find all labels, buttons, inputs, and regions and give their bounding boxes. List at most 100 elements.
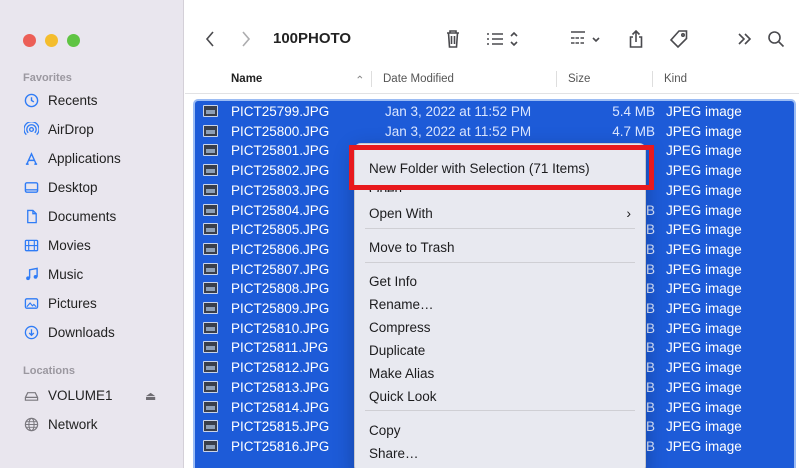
menu-item-move-to-trash[interactable]: Move to Trash — [369, 240, 455, 255]
submenu-arrow-icon: › — [626, 205, 631, 221]
more-toolbar-button[interactable] — [735, 26, 755, 52]
menu-item-compress[interactable]: Compress — [369, 320, 431, 335]
sidebar-item-applications[interactable]: Applications — [23, 146, 121, 170]
double-chevron-right-icon — [738, 33, 752, 45]
column-divider — [652, 71, 653, 87]
file-kind: JPEG image — [666, 301, 742, 316]
file-name: PICT25806.JPG — [231, 241, 330, 257]
menu-item-open-with[interactable]: Open With — [369, 206, 433, 221]
file-size: 4.7 MB — [612, 123, 655, 139]
sidebar-item-label: Recents — [48, 92, 98, 108]
jpeg-thumbnail-icon — [203, 420, 218, 433]
jpeg-thumbnail-icon — [203, 341, 218, 354]
file-name: PICT25811.JPG — [231, 340, 329, 356]
table-row[interactable]: PICT25800.JPG Jan 3, 2022 at 11:52 PM 4.7 … — [195, 122, 794, 141]
file-kind: JPEG image — [666, 261, 742, 277]
menu-item-share[interactable]: Share… — [369, 446, 419, 461]
trash-icon — [447, 30, 459, 48]
menu-item-get-info[interactable]: Get Info — [369, 274, 417, 289]
sidebar-item-label: Network — [48, 416, 98, 432]
menu-item-duplicate[interactable]: Duplicate — [369, 343, 425, 358]
sidebar-item-movies[interactable]: Movies — [23, 233, 91, 257]
sidebar-item-recents[interactable]: Recents — [23, 88, 98, 112]
column-name-header[interactable]: Name — [231, 73, 262, 85]
column-date-header[interactable]: Date Modified — [383, 73, 454, 85]
tag-button[interactable] — [667, 26, 691, 52]
document-icon — [23, 208, 39, 224]
jpeg-thumbnail-icon — [203, 164, 218, 177]
sidebar-item-music[interactable]: Music — [23, 262, 83, 286]
file-kind: JPEG image — [666, 163, 742, 179]
close-button[interactable] — [23, 34, 36, 47]
column-header: Name ⌃ Date Modified Size Kind — [185, 64, 799, 94]
file-kind: JPEG image — [666, 320, 742, 336]
view-options-button[interactable] — [484, 26, 524, 52]
menu-item-copy[interactable]: Copy — [369, 423, 401, 438]
jpeg-thumbnail-icon — [203, 223, 218, 236]
jpeg-thumbnail-icon — [203, 183, 218, 196]
back-button[interactable] — [200, 26, 220, 52]
column-kind-header[interactable]: Kind — [664, 73, 687, 85]
menu-item-rename[interactable]: Rename… — [369, 297, 434, 312]
download-icon — [23, 324, 39, 340]
column-divider — [556, 71, 557, 87]
trash-button[interactable] — [441, 26, 465, 52]
jpeg-thumbnail-icon — [203, 380, 218, 393]
file-date: Jan 3, 2022 at 11:52 PM — [385, 123, 532, 139]
file-name: PICT25814.JPG — [231, 399, 330, 415]
jpeg-thumbnail-icon — [203, 400, 218, 413]
minimize-button[interactable] — [45, 34, 58, 47]
sidebar-item-downloads[interactable]: Downloads — [23, 320, 115, 344]
tag-icon — [669, 30, 688, 49]
sidebar-item-documents[interactable]: Documents — [23, 204, 116, 228]
sidebar-item-desktop[interactable]: Desktop — [23, 175, 98, 199]
context-menu: New Folder with Selection (71 Items) Ope… — [354, 143, 646, 468]
film-icon — [23, 237, 39, 253]
menu-separator — [365, 262, 635, 263]
file-name: PICT25812.JPG — [231, 360, 330, 376]
desktop-icon — [23, 179, 39, 195]
file-kind: JPEG image — [666, 340, 742, 356]
sort-ascending-icon[interactable]: ⌃ — [355, 73, 365, 87]
jpeg-thumbnail-icon — [203, 321, 218, 334]
file-kind: JPEG image — [666, 360, 742, 376]
column-size-header[interactable]: Size — [568, 73, 590, 85]
jpeg-thumbnail-icon — [203, 203, 218, 216]
favorites-section-label: Favorites — [23, 72, 72, 84]
file-name: PICT25813.JPG — [231, 379, 330, 395]
zoom-button[interactable] — [67, 34, 80, 47]
menu-item-quick-look[interactable]: Quick Look — [369, 389, 437, 404]
file-name: PICT25805.JPG — [231, 222, 330, 238]
file-kind: JPEG image — [666, 143, 742, 159]
window-title: 100PHOTO — [273, 30, 352, 47]
jpeg-thumbnail-icon — [203, 242, 218, 255]
table-row[interactable]: PICT25799.JPG Jan 3, 2022 at 11:52 PM 5.4 … — [195, 102, 794, 121]
file-name: PICT25804.JPG — [231, 202, 330, 218]
jpeg-thumbnail-icon — [203, 124, 218, 137]
finder-window: Favorites Recents AirDrop Applications D… — [0, 0, 799, 468]
menu-item-make-alias[interactable]: Make Alias — [369, 366, 434, 381]
file-kind: JPEG image — [666, 419, 742, 435]
search-button[interactable] — [765, 26, 787, 52]
jpeg-thumbnail-icon — [203, 282, 218, 295]
share-icon — [629, 29, 643, 48]
sidebar-item-network[interactable]: Network — [23, 412, 98, 436]
eject-icon[interactable]: ⏏ — [145, 389, 156, 403]
file-name: PICT25801.JPG — [231, 143, 330, 159]
share-button[interactable] — [625, 26, 647, 52]
forward-button[interactable] — [236, 26, 256, 52]
file-size: 5.4 MB — [612, 104, 655, 119]
clock-icon — [23, 92, 39, 108]
sidebar-item-pictures[interactable]: Pictures — [23, 291, 97, 315]
file-name: PICT25816.JPG — [231, 438, 330, 454]
sidebar-item-label: Downloads — [48, 324, 115, 340]
group-button[interactable] — [568, 26, 606, 52]
chevron-right-icon — [242, 31, 251, 47]
sidebar-item-volume1[interactable]: VOLUME1 — [23, 383, 113, 407]
file-kind: JPEG image — [666, 123, 742, 139]
applications-icon — [23, 150, 39, 166]
sidebar-item-label: Pictures — [48, 295, 97, 311]
sidebar-item-airdrop[interactable]: AirDrop — [23, 117, 94, 141]
airdrop-icon — [23, 121, 39, 137]
locations-section-label: Locations — [23, 365, 75, 377]
